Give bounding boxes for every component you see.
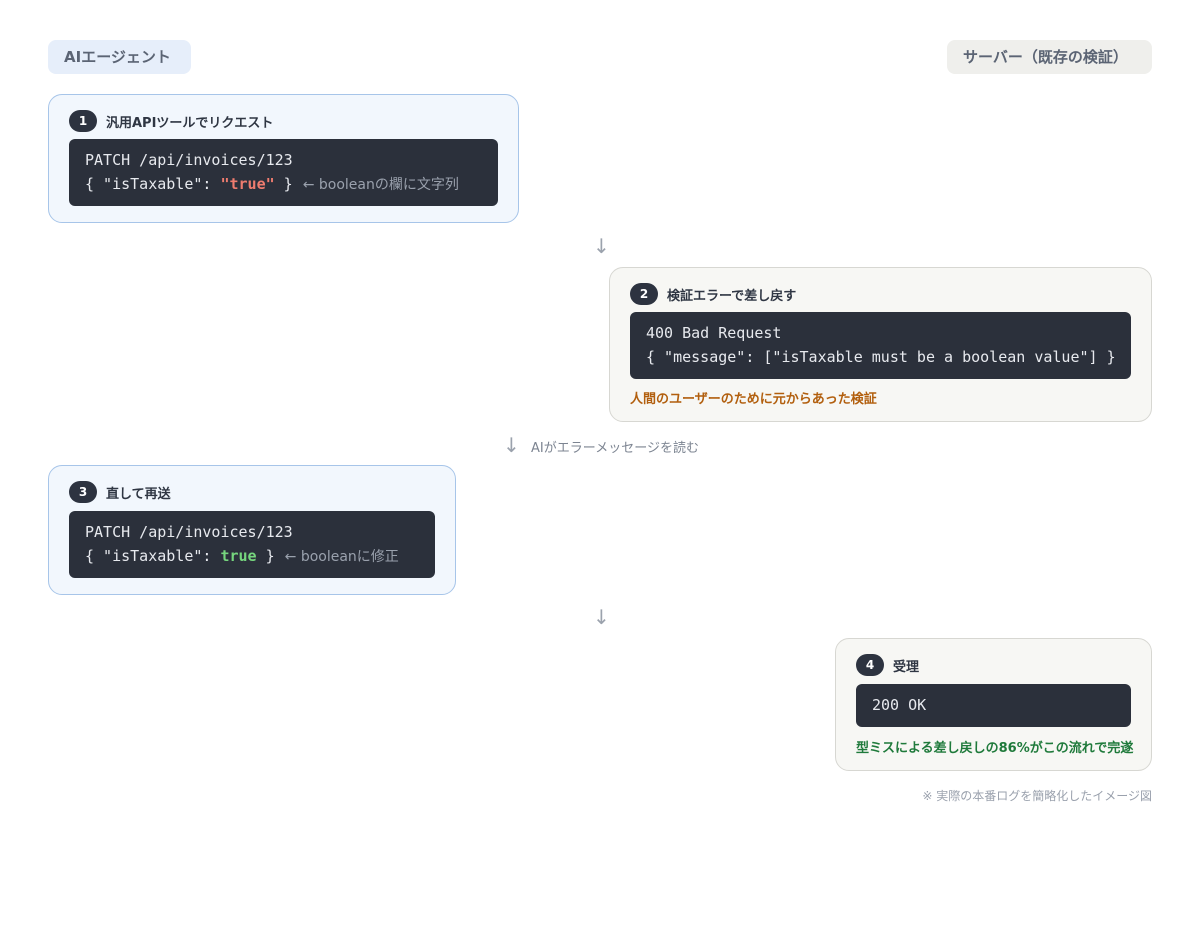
step-1-code-suffix: } [274,175,293,193]
step-4-number-badge: 4 [856,654,884,676]
step-2-remark: 人間のユーザーのために元からあった検証 [630,392,877,407]
step-4-code-block: 200 OK [856,684,1131,727]
agent-lane-label: AIエージェント [48,40,191,74]
step-3-code-block: PATCH /api/invoices/123 { "isTaxable": t… [69,511,435,578]
step-3-code-prefix: { "isTaxable": [85,547,221,565]
down-arrow-icon: ↓ [593,605,610,629]
step-2-title: 検証エラーで差し戻す [667,288,797,304]
step-3-header: 3 直して再送 [69,480,171,504]
step-4-header: 4 受理 [856,653,919,677]
arrow-note: AIがエラーメッセージを読む [531,441,699,456]
step-1-title: 汎用APIツールでリクエスト [106,115,274,131]
step-4-remark: 型ミスによる差し戻しの86%がこの流れで完遂 [856,741,1134,756]
server-lane-label: サーバー（既存の検証） [947,40,1152,74]
step-3-code-suffix: } [256,547,275,565]
step-3-code-line-2: { "isTaxable": true } ← booleanに修正 [85,544,419,569]
step-1-code-prefix: { "isTaxable": [85,175,221,193]
step-1-header: 1 汎用APIツールでリクエスト [69,109,273,133]
step-3-code-line-1: PATCH /api/invoices/123 [85,523,293,541]
step-3-note: ← booleanに修正 [284,549,399,565]
step-4-title: 受理 [893,659,920,675]
step-4-card: 4 受理 200 OK 型ミスによる差し戻しの86%がこの流れで完遂 [835,638,1152,771]
step-1-code-line-1: PATCH /api/invoices/123 [85,151,293,169]
step-3-card: 3 直して再送 PATCH /api/invoices/123 { "isTax… [48,465,456,595]
footnote: ※ 実際の本番ログを簡略化したイメージ図 [922,789,1152,803]
step-3-boolean-value: true [220,547,257,565]
step-1-code-block: PATCH /api/invoices/123 { "isTaxable": "… [69,139,498,206]
step-2-code-line-1: 400 Bad Request [646,324,782,342]
step-2-code-block: 400 Bad Request { "message": ["isTaxable… [630,312,1131,379]
step-4-code-line-1: 200 OK [872,696,927,714]
step-2-number-badge: 2 [630,283,658,305]
step-1-number-badge: 1 [69,110,97,132]
step-2-header: 2 検証エラーで差し戻す [630,282,796,306]
step-1-string-value: "true" [220,175,275,193]
step-3-number-badge: 3 [69,481,97,503]
step-1-card: 1 汎用APIツールでリクエスト PATCH /api/invoices/123… [48,94,519,223]
step-2-code-line-2: { "message": ["isTaxable must be a boole… [646,348,1116,366]
step-3-title: 直して再送 [106,486,171,502]
step-2-card: 2 検証エラーで差し戻す 400 Bad Request { "message"… [609,267,1152,422]
step-1-code-line-2: { "isTaxable": "true" } ← booleanの欄に文字列 [85,172,482,197]
down-arrow-icon: ↓ [593,234,610,258]
step-1-note: ← booleanの欄に文字列 [302,177,459,193]
down-arrow-icon: ↓ [503,433,520,457]
